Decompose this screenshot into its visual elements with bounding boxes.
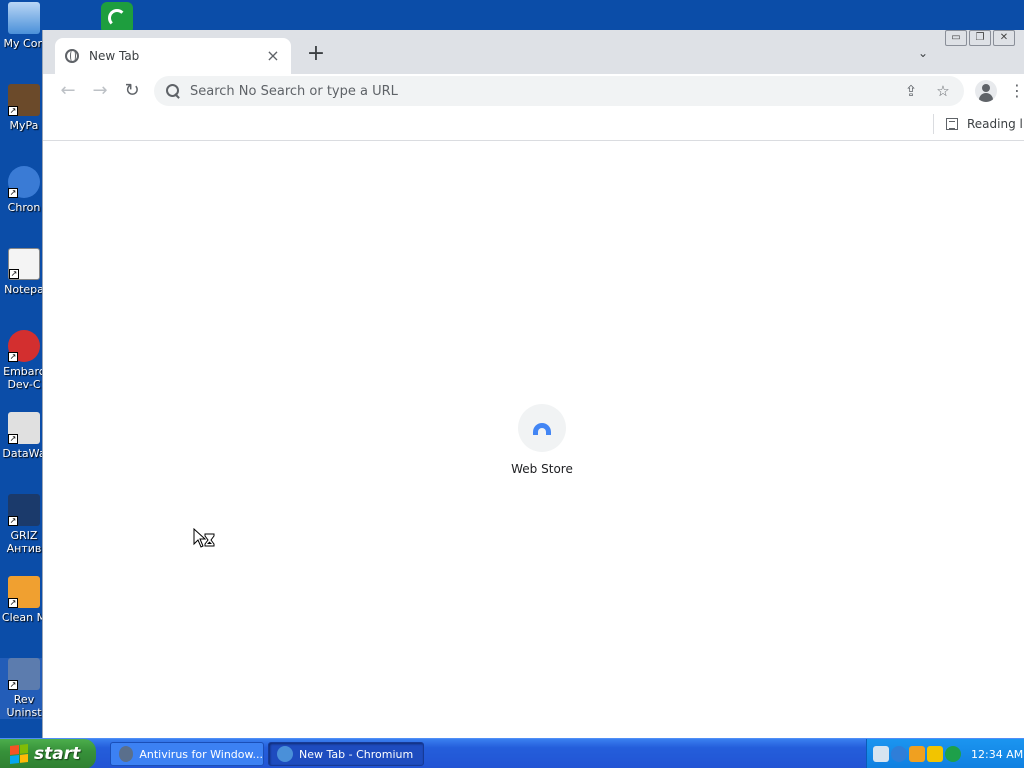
grizzly-icon: ↗ bbox=[8, 494, 40, 526]
reading-list-label: Reading list bbox=[967, 117, 1024, 131]
new-tab-button[interactable]: + bbox=[305, 43, 327, 66]
shortcut-label: Web Store bbox=[511, 462, 573, 476]
tab-close-icon[interactable]: × bbox=[265, 48, 281, 64]
desktop-icon-my-computer[interactable]: My Con bbox=[0, 2, 48, 50]
new-tab-page: Web Store bbox=[43, 141, 1024, 738]
share-icon[interactable]: ⇪ bbox=[900, 80, 922, 102]
datawarehouse-icon: ↗ bbox=[8, 412, 40, 444]
chromium-icon: ↗ bbox=[8, 166, 40, 198]
browser-window: New Tab × + ⌄ ▭ ❐ ✕ ← → ↻ Search No Sear… bbox=[42, 30, 1024, 738]
desktop-icon-revo[interactable]: ↗ Rev Uninst bbox=[0, 658, 48, 719]
mypal-icon: ↗ bbox=[8, 84, 40, 116]
back-button[interactable]: ← bbox=[57, 80, 79, 102]
computer-icon bbox=[8, 2, 40, 34]
reload-button[interactable]: ↻ bbox=[121, 80, 143, 102]
taskbar-item-label: New Tab - Chromium bbox=[299, 747, 414, 761]
desktop-icon-clean[interactable]: ↗ Clean M bbox=[0, 576, 48, 624]
desktop-icon-mypal[interactable]: ↗ MyPa bbox=[0, 84, 48, 132]
taskbar-item-label: Antivirus for Window... bbox=[139, 747, 263, 761]
taskbar: start Antivirus for Window... New Tab - … bbox=[0, 738, 1024, 768]
search-icon bbox=[166, 84, 180, 98]
browser-menu-button[interactable]: ⋮ bbox=[1009, 80, 1024, 102]
desktop-icon-label: Clean M bbox=[1, 611, 47, 624]
antivirus-icon bbox=[119, 746, 134, 762]
reading-list-icon bbox=[946, 118, 958, 130]
chromium-icon bbox=[277, 746, 293, 762]
desktop-icon-label: MyPa bbox=[9, 119, 39, 132]
window-controls: ▭ ❐ ✕ bbox=[945, 30, 1015, 48]
start-label: start bbox=[34, 744, 81, 764]
profile-avatar-button[interactable] bbox=[975, 80, 997, 102]
desktop-icon-label: My Con bbox=[3, 37, 45, 50]
network-icon[interactable] bbox=[909, 746, 925, 762]
forward-button[interactable]: → bbox=[89, 80, 111, 102]
embarcadero-icon: ↗ bbox=[8, 330, 40, 362]
close-window-button[interactable]: ✕ bbox=[993, 30, 1015, 46]
tab-title: New Tab bbox=[89, 49, 140, 63]
desktop-icon-label: DataWa bbox=[2, 447, 46, 460]
desktop-icon-notepad[interactable]: ↗ Notepa bbox=[0, 248, 48, 296]
reading-list-button[interactable]: Reading list bbox=[933, 114, 1024, 134]
desktop-icon-label: Notepa bbox=[4, 283, 44, 296]
app-arc-icon bbox=[108, 9, 126, 27]
clock: 12:34 AM bbox=[971, 747, 1024, 761]
web-store-icon bbox=[518, 404, 566, 452]
taskbar-item-chromium[interactable]: New Tab - Chromium bbox=[268, 742, 424, 766]
tab-search-button[interactable]: ⌄ bbox=[915, 46, 931, 62]
windows-logo-icon bbox=[10, 744, 28, 764]
browser-toolbar: ← → ↻ Search No Search or type a URL ⇪ ☆… bbox=[43, 74, 1024, 108]
desktop-icon-embarcadero[interactable]: ↗ Embarc Dev-C bbox=[0, 330, 48, 391]
start-button[interactable]: start bbox=[0, 739, 96, 768]
bookmarks-bar: Reading list bbox=[43, 108, 1024, 141]
minimize-button[interactable]: ▭ bbox=[945, 30, 967, 46]
clean-icon: ↗ bbox=[8, 576, 40, 608]
bookmark-star-icon[interactable]: ☆ bbox=[932, 80, 954, 102]
notepad-icon: ↗ bbox=[8, 248, 40, 280]
restore-button[interactable]: ❐ bbox=[969, 30, 991, 46]
desktop-icon-label: GRIZ Антив bbox=[6, 529, 42, 555]
omnibox-placeholder[interactable]: Search No Search or type a URL bbox=[190, 84, 900, 99]
desktop-icon-datawarehouse[interactable]: ↗ DataWa bbox=[0, 412, 48, 460]
desktop-icon-grizzly[interactable]: ↗ GRIZ Антив bbox=[0, 494, 48, 555]
desktop-icon-label: Rev Uninst bbox=[6, 693, 42, 719]
update-icon[interactable] bbox=[945, 746, 961, 762]
desktop-icon-label: Embarc Dev-C bbox=[3, 365, 45, 391]
globe-icon bbox=[65, 49, 79, 63]
tab-new-tab[interactable]: New Tab × bbox=[55, 38, 291, 74]
keyboard-icon[interactable] bbox=[873, 746, 889, 762]
system-tray: 12:34 AM bbox=[866, 739, 1024, 768]
chevron-left-icon[interactable] bbox=[891, 746, 907, 762]
tab-strip: New Tab × + ⌄ ▭ ❐ ✕ bbox=[43, 30, 1024, 74]
shortcut-web-store[interactable]: Web Store bbox=[499, 404, 585, 476]
desktop-icon-label: Chron bbox=[7, 201, 41, 214]
omnibox[interactable]: Search No Search or type a URL ⇪ ☆ bbox=[154, 76, 964, 106]
desktop-icon-chromium[interactable]: ↗ Chron bbox=[0, 166, 48, 214]
shield-icon[interactable] bbox=[927, 746, 943, 762]
taskbar-item-antivirus[interactable]: Antivirus for Window... bbox=[110, 742, 264, 766]
revo-icon: ↗ bbox=[8, 658, 40, 690]
busy-cursor-icon bbox=[193, 527, 215, 550]
